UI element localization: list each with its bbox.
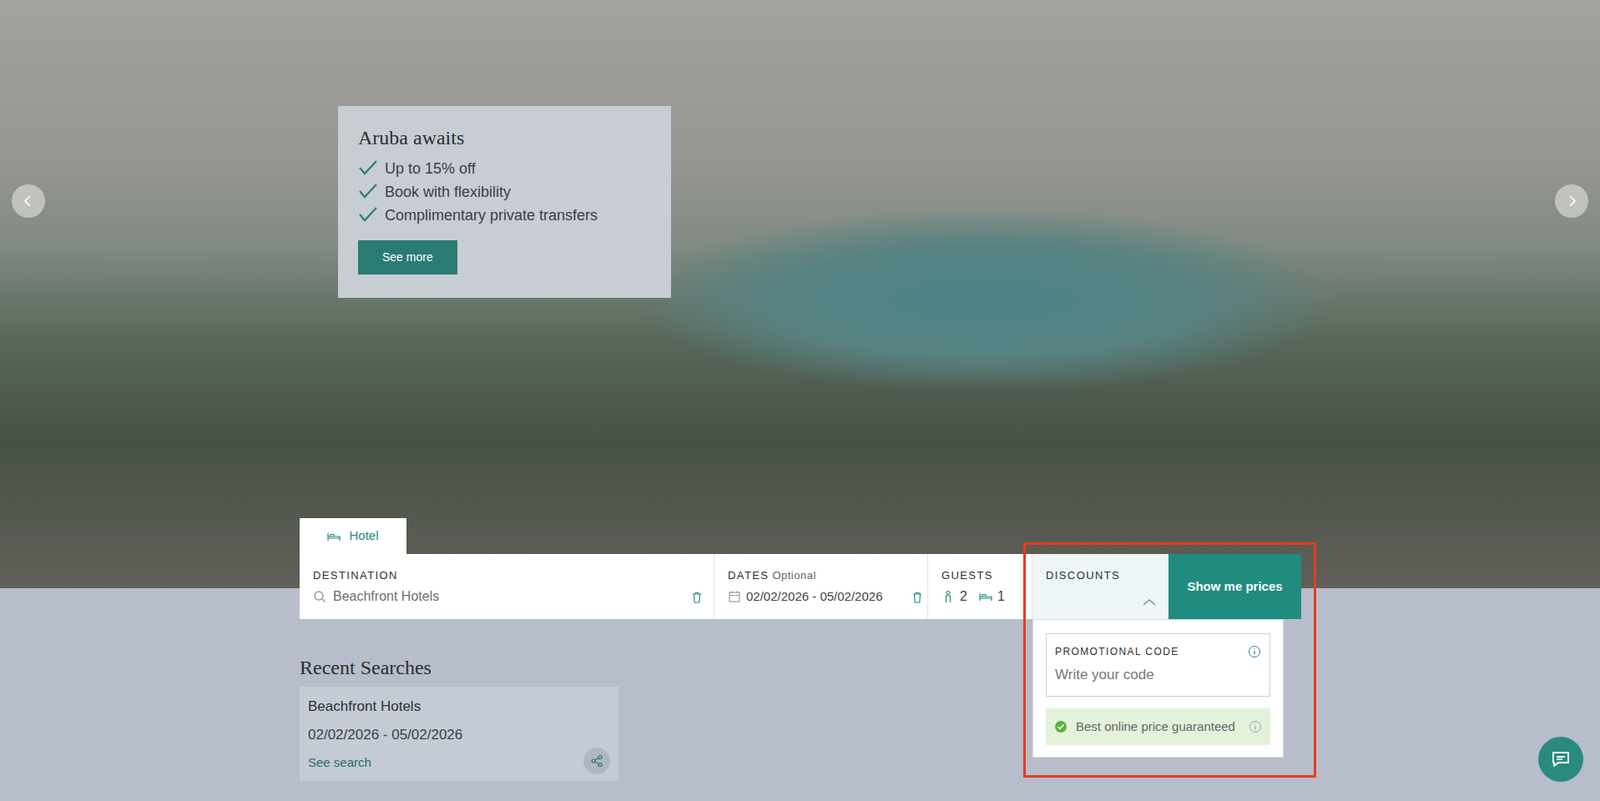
check-icon: [358, 206, 379, 224]
promo-item: Up to 15% off: [358, 156, 652, 181]
recent-title: Recent Searches: [299, 656, 619, 681]
price-guarantee: Best online price guaranteed: [1045, 708, 1271, 747]
see-search-link[interactable]: See search: [307, 753, 372, 773]
dates-value: 02/02/2026 - 05/02/2026: [746, 587, 883, 606]
promo-title: Aruba awaits: [358, 126, 652, 151]
search-tab[interactable]: Hotel: [299, 518, 407, 555]
check-icon: [358, 160, 379, 177]
search-bar: DESTINATION Beachfront Hotels DATESOptio…: [299, 554, 1302, 620]
calendar-icon: [727, 590, 742, 604]
person-icon: [941, 590, 955, 604]
recent-search-card: Beachfront Hotels 02/02/2026 - 05/02/2026…: [299, 686, 619, 782]
recent-dates: 02/02/2026 - 05/02/2026: [307, 725, 611, 746]
next-arrow-icon[interactable]: [1554, 184, 1589, 218]
check-circle-icon: [1054, 720, 1068, 734]
promo-item-text: Book with flexibility: [384, 180, 511, 204]
trash-icon[interactable]: [690, 590, 704, 605]
chat-icon[interactable]: [1538, 736, 1584, 783]
destination-value: Beachfront Hotels: [333, 587, 440, 606]
hero-photo: Aruba awaits Up to 15% offBook with flex…: [0, 0, 1600, 589]
destination-field[interactable]: DESTINATION Beachfront Hotels: [299, 554, 715, 620]
search-widget: Hotel DESTINATION Beachfront Hotels DATE…: [299, 518, 1302, 620]
promo-item-text: Complimentary private transfers: [384, 203, 598, 228]
share-icon[interactable]: [583, 747, 611, 775]
check-icon: [358, 183, 379, 201]
promo-item: Book with flexibility: [358, 180, 652, 204]
recent-searches: Recent Searches Beachfront Hotels 02/02/2…: [299, 656, 619, 782]
bed-icon: [327, 529, 341, 544]
bed-icon: [979, 590, 993, 604]
promo-card: Aruba awaits Up to 15% offBook with flex…: [338, 105, 672, 298]
info-icon[interactable]: [1247, 645, 1262, 659]
discounts-field[interactable]: DISCOUNTS: [1032, 554, 1169, 620]
chevron-icon[interactable]: [1141, 597, 1157, 608]
see-more-button[interactable]: See more: [358, 240, 458, 275]
promo-code-input[interactable]: [1054, 659, 1262, 688]
trash-icon[interactable]: [910, 590, 924, 605]
search-icon: [312, 590, 327, 604]
recent-name: Beachfront Hotels: [307, 696, 611, 717]
tab-label: Hotel: [348, 526, 379, 546]
dates-field[interactable]: DATESOptional 02/02/2026 - 05/02/2026: [714, 554, 929, 620]
guests-field[interactable]: GUESTS 2 1: [928, 554, 1033, 620]
highlight-box: [1023, 542, 1317, 778]
discounts-dropdown: PROMOTIONAL CODE Best online price guara…: [1032, 619, 1284, 758]
promo-item-text: Up to 15% off: [384, 156, 476, 181]
info-icon[interactable]: [1248, 720, 1262, 734]
promo-code-field[interactable]: PROMOTIONAL CODE: [1045, 633, 1271, 697]
show-prices-button[interactable]: Show me prices: [1168, 554, 1302, 620]
adults-count: 2: [959, 587, 968, 606]
rooms-count: 1: [997, 587, 1005, 606]
prev-arrow-icon[interactable]: [11, 184, 46, 218]
promo-item: Complimentary private transfers: [358, 203, 652, 228]
